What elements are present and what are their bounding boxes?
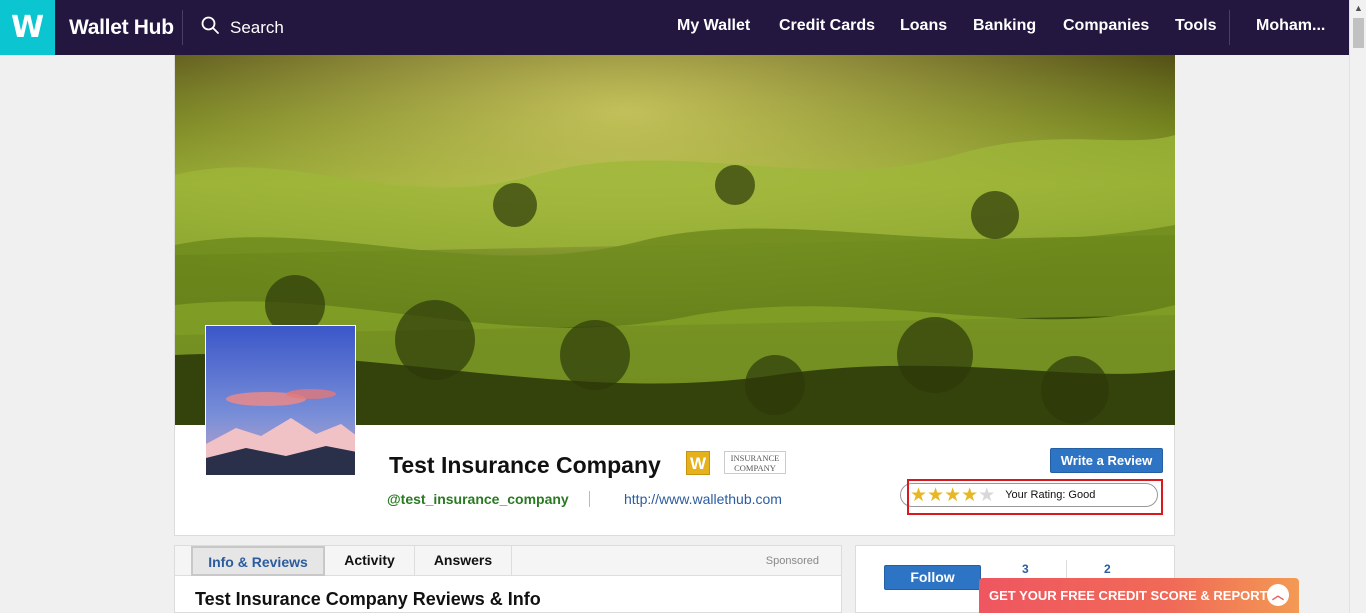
tab-answers[interactable]: Answers	[415, 546, 512, 576]
promo-text: GET YOUR FREE CREDIT SCORE & REPORT	[989, 588, 1268, 603]
search-button[interactable]: Search	[200, 0, 284, 55]
user-menu[interactable]: Moham...	[1256, 0, 1325, 55]
company-type-line1: INSURANCE	[730, 453, 780, 463]
scroll-up-arrow-icon[interactable]: ▲	[1350, 0, 1366, 17]
write-a-review-button[interactable]: Write a Review	[1050, 448, 1163, 473]
search-icon	[200, 15, 220, 40]
nav-credit-cards[interactable]: Credit Cards	[779, 0, 875, 55]
free-credit-score-promo[interactable]: GET YOUR FREE CREDIT SCORE & REPORT ︿	[979, 578, 1299, 613]
search-label: Search	[230, 17, 284, 37]
wallethub-logo[interactable]: W	[0, 0, 55, 55]
company-profile-card: Test Insurance Company W INSURANCE COMPA…	[174, 55, 1175, 536]
company-website-link[interactable]: http://www.wallethub.com	[624, 491, 782, 507]
top-navigation-bar: W Wallet Hub Search My Wallet Credit Car…	[0, 0, 1349, 55]
sponsored-label: Sponsored	[765, 555, 819, 567]
nav-banking[interactable]: Banking	[973, 0, 1036, 55]
brand-name[interactable]: Wallet Hub	[69, 0, 174, 55]
page-scrollbar[interactable]: ▲	[1349, 0, 1366, 613]
company-type-badge: INSURANCE COMPANY	[724, 451, 786, 474]
nav-divider	[182, 10, 183, 45]
follow-stat-1[interactable]: 3	[1022, 562, 1029, 576]
scroll-thumb[interactable]	[1353, 18, 1364, 48]
tabs-bar: Info & Reviews Activity Answers Sponsore…	[175, 546, 841, 576]
follow-button[interactable]: Follow	[884, 565, 981, 590]
company-type-line2: COMPANY	[734, 463, 776, 473]
nav-companies[interactable]: Companies	[1063, 0, 1149, 55]
handle-divider	[589, 491, 590, 507]
reviews-tabs-panel: Info & Reviews Activity Answers Sponsore…	[174, 545, 842, 613]
company-handle-link[interactable]: @test_insurance_company	[387, 491, 569, 507]
rating-highlight-box	[907, 479, 1163, 515]
company-avatar	[205, 325, 356, 476]
follow-stat-2[interactable]: 2	[1104, 562, 1111, 576]
wallethub-verified-badge: W	[686, 451, 710, 475]
company-name-heading: Test Insurance Company	[389, 452, 661, 478]
section-title: Test Insurance Company Reviews & Info	[195, 589, 541, 609]
chevron-up-icon[interactable]: ︿	[1267, 584, 1289, 606]
nav-tools[interactable]: Tools	[1175, 0, 1216, 55]
nav-my-wallet[interactable]: My Wallet	[677, 0, 750, 55]
nav-loans[interactable]: Loans	[900, 0, 947, 55]
tab-activity[interactable]: Activity	[325, 546, 415, 576]
tab-info-reviews[interactable]: Info & Reviews	[191, 546, 325, 576]
nav-divider	[1229, 10, 1230, 45]
